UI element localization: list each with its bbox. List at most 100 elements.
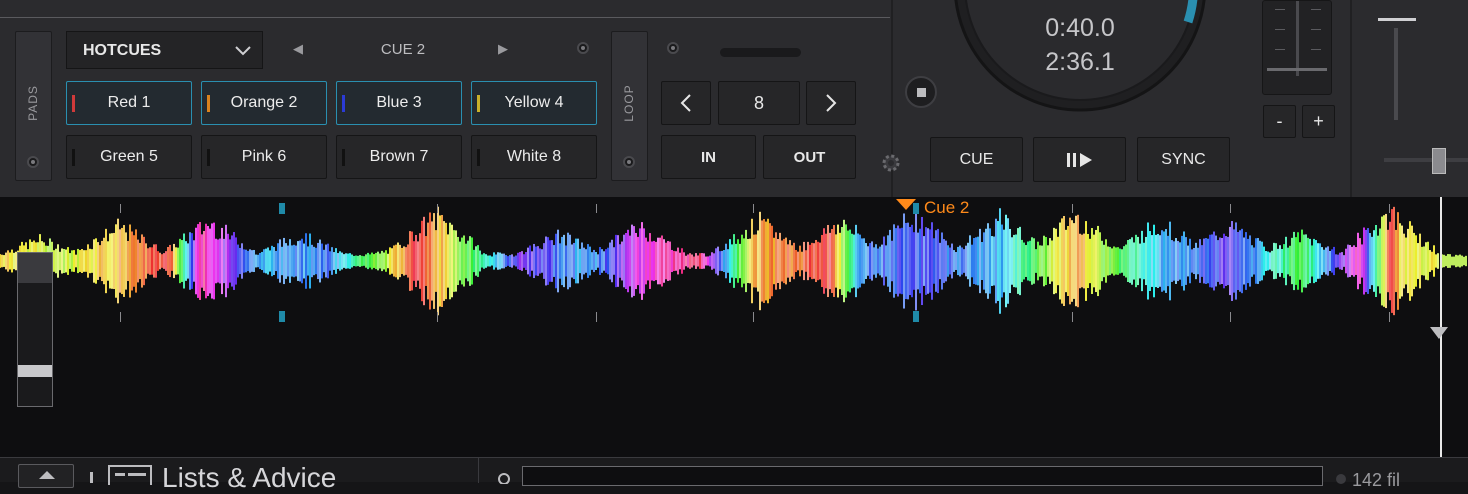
hotcue-color-indicator: [477, 95, 480, 112]
pad-page-label: CUE 2: [380, 41, 426, 58]
volume-fader-handle[interactable]: [1378, 18, 1416, 21]
loop-side-panel[interactable]: LOOP: [611, 31, 648, 181]
next-page-icon[interactable]: ▶: [498, 41, 508, 57]
beat-tick: [596, 312, 597, 322]
loop-side-label: LOOP: [622, 84, 636, 122]
zoom-slider[interactable]: [17, 252, 53, 407]
zoom-slider-handle[interactable]: [18, 365, 52, 377]
downbeat-marker: [279, 311, 285, 322]
hotcue-color-indicator: [342, 95, 345, 112]
beat-tick: [1072, 312, 1073, 322]
hotcue-color-indicator: [207, 149, 210, 166]
chevron-left-icon: [680, 94, 691, 112]
waveform[interactable]: [0, 197, 1468, 457]
beat-tick: [753, 312, 754, 322]
waveform-panel[interactable]: Cue 2: [0, 197, 1468, 457]
divider: [478, 458, 479, 483]
hotcue-label: Blue 3: [376, 94, 422, 111]
downbeat-marker: [913, 311, 919, 322]
hotcue-label: White 8: [506, 148, 562, 165]
pad-mode-label: HOTCUES: [83, 42, 162, 59]
beat-tick: [1389, 312, 1390, 322]
pitch-slider[interactable]: [1262, 0, 1332, 95]
hotcue-color-indicator: [342, 149, 345, 166]
filter-knob-track[interactable]: [1384, 158, 1468, 162]
divider: [0, 17, 890, 18]
filter-knob-handle[interactable]: [1432, 148, 1446, 174]
hotcue-label: Pink 6: [241, 148, 287, 165]
loop-in-button[interactable]: IN: [661, 135, 756, 179]
beat-tick: [437, 312, 438, 322]
pad-page-led-icon[interactable]: [577, 42, 589, 54]
search-icon[interactable]: [497, 472, 513, 484]
volume-fader-track[interactable]: [1394, 28, 1398, 120]
beat-tick: [120, 204, 121, 213]
search-input[interactable]: [522, 466, 1323, 486]
hotcue-color-indicator: [207, 95, 210, 112]
browser-header: Lists & Advice 142 fil: [0, 457, 1468, 493]
tick: [1275, 9, 1285, 10]
hotcue-pad-7[interactable]: Brown 7: [336, 135, 462, 179]
pads-side-panel[interactable]: PADS: [15, 31, 52, 181]
hotcue-label: Brown 7: [369, 148, 429, 165]
hotcue-label: Red 1: [107, 94, 151, 111]
tick: [1311, 9, 1321, 10]
hotcue-pad-8[interactable]: White 8: [471, 135, 597, 179]
play-pause-icon: [1066, 152, 1092, 167]
pitch-minus-button[interactable]: -: [1263, 105, 1296, 138]
loop-size-display: 8: [718, 81, 800, 125]
chevron-up-icon: [39, 471, 55, 479]
gear-icon[interactable]: [880, 152, 902, 174]
hotcue-label: Yellow 4: [504, 94, 564, 111]
play-pause-button[interactable]: [1033, 137, 1126, 182]
hotcue-pad-3[interactable]: Blue 3: [336, 81, 462, 125]
section-title: Lists & Advice: [162, 462, 337, 493]
beat-tick: [1389, 204, 1390, 213]
chevron-down-icon: [235, 46, 251, 56]
loop-length-slider[interactable]: [720, 48, 801, 57]
playhead-marker-icon: [1430, 327, 1448, 339]
hotcue-pad-2[interactable]: Orange 2: [201, 81, 327, 125]
time-elapsed: 0:40.0: [1045, 14, 1115, 42]
list-icon: [108, 465, 152, 485]
hotcue-color-indicator: [477, 149, 480, 166]
pad-mode-dropdown[interactable]: HOTCUES: [66, 31, 263, 69]
beat-tick: [1230, 204, 1231, 213]
cue-marker-icon[interactable]: [896, 199, 916, 211]
beat-tick: [753, 204, 754, 213]
sync-button[interactable]: SYNC: [1137, 137, 1230, 182]
cue-marker-label: Cue 2: [924, 198, 970, 217]
hotcue-pad-5[interactable]: Green 5: [66, 135, 192, 179]
tick: [1311, 29, 1321, 30]
filter-icon[interactable]: [1336, 474, 1346, 484]
hotcue-pad-6[interactable]: Pink 6: [201, 135, 327, 179]
pads-led-icon: [27, 156, 39, 168]
cue-button[interactable]: CUE: [930, 137, 1023, 182]
pitch-handle[interactable]: [1267, 68, 1327, 71]
tick: [1275, 49, 1285, 50]
loop-led-icon[interactable]: [667, 42, 679, 54]
stop-icon: [917, 88, 926, 97]
prev-page-icon[interactable]: ◀: [293, 41, 303, 57]
beat-tick: [120, 312, 121, 322]
loop-double-button[interactable]: [806, 81, 856, 125]
chevron-right-icon: [826, 94, 837, 112]
pitch-track: [1296, 1, 1299, 76]
hotcue-pad-4[interactable]: Yellow 4: [471, 81, 597, 125]
pitch-plus-button[interactable]: +: [1302, 105, 1335, 138]
hotcue-color-indicator: [72, 149, 75, 166]
hotcue-label: Green 5: [100, 148, 158, 165]
beat-tick: [437, 204, 438, 213]
loop-out-button[interactable]: OUT: [763, 135, 856, 179]
downbeat-marker: [279, 203, 285, 214]
loop-led-icon: [623, 156, 635, 168]
loop-halve-button[interactable]: [661, 81, 711, 125]
file-count: 142 fil: [1352, 470, 1401, 490]
hotcue-color-indicator: [72, 95, 75, 112]
collapse-browser-button[interactable]: [18, 464, 74, 488]
zoom-range: [18, 253, 52, 283]
time-remaining: 2:36.1: [1045, 48, 1115, 76]
hotcue-pad-1[interactable]: Red 1: [66, 81, 192, 125]
deck-panel: PADS HOTCUES ◀ CUE 2 ▶ Red 1 Orange 2 Bl…: [0, 0, 1468, 197]
beat-tick: [1230, 312, 1231, 322]
